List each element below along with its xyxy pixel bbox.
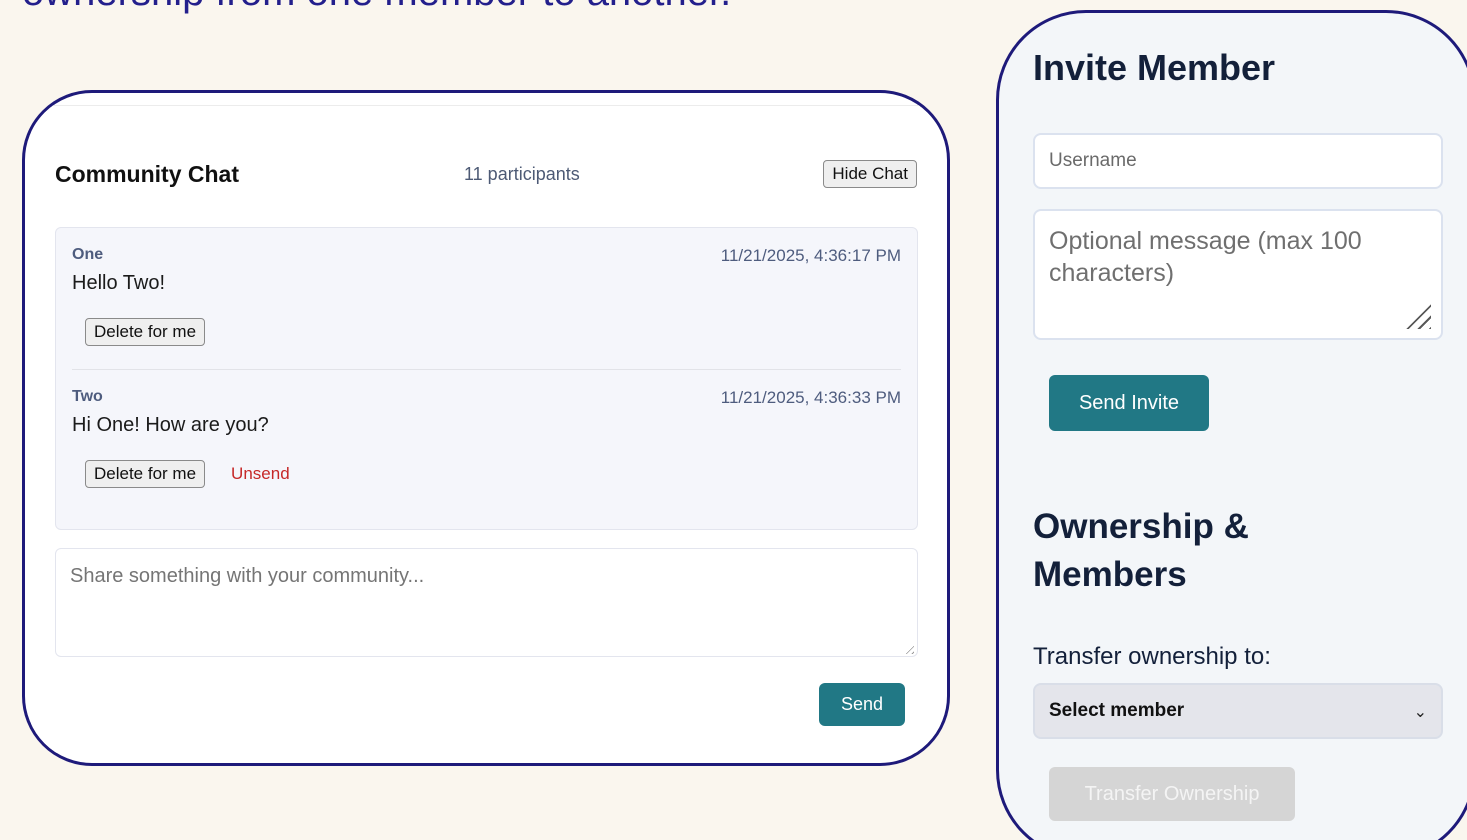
message-author: One [72, 246, 104, 263]
transfer-ownership-label: Transfer ownership to: [1033, 643, 1271, 670]
send-invite-button[interactable]: Send Invite [1049, 375, 1209, 431]
delete-for-me-button[interactable]: Delete for me [85, 460, 206, 488]
delete-for-me-button[interactable]: Delete for me [85, 318, 206, 346]
chat-header: Community Chat 11 participants Hide Chat [55, 156, 917, 192]
side-panel: Invite Member Send Invite Ownership & Me… [996, 10, 1467, 840]
unsend-link[interactable]: Unsend [231, 464, 290, 484]
chat-panel: Community Chat 11 participants Hide Chat… [31, 105, 941, 753]
send-button[interactable]: Send [819, 683, 905, 726]
message-item: One 11/21/2025, 4:36:17 PM Hello Two! De… [72, 246, 901, 370]
chat-card: Community Chat 11 participants Hide Chat… [22, 90, 950, 766]
chevron-down-icon: ⌄ [1413, 701, 1427, 721]
page: ownership from one member to another. Co… [0, 0, 1467, 840]
ownership-heading: Ownership & Members [1033, 507, 1249, 594]
invite-message-input[interactable] [1033, 209, 1443, 340]
message-list: One 11/21/2025, 4:36:17 PM Hello Two! De… [55, 227, 918, 530]
chat-title: Community Chat [55, 160, 239, 187]
caption-text: ownership from one member to another. [22, 0, 731, 15]
chat-compose-input[interactable] [55, 548, 918, 657]
message-timestamp: 11/21/2025, 4:36:33 PM [720, 388, 901, 407]
transfer-ownership-button[interactable]: Transfer Ownership [1049, 767, 1295, 821]
invite-member-heading: Invite Member [1033, 47, 1276, 88]
member-select-value: Select member [1049, 700, 1185, 721]
message-text: Hi One! How are you? [72, 414, 269, 436]
message-text: Hello Two! [72, 272, 166, 294]
member-select[interactable]: Select member ⌄ [1033, 683, 1443, 739]
participants-count: 11 participants [464, 163, 580, 184]
message-actions: Delete for me Unsend [85, 460, 290, 488]
username-input[interactable] [1033, 133, 1443, 189]
message-timestamp: 11/21/2025, 4:36:17 PM [720, 246, 901, 265]
message-actions: Delete for me [85, 318, 206, 346]
message-author: Two [72, 388, 103, 405]
hide-chat-button[interactable]: Hide Chat [823, 160, 917, 188]
